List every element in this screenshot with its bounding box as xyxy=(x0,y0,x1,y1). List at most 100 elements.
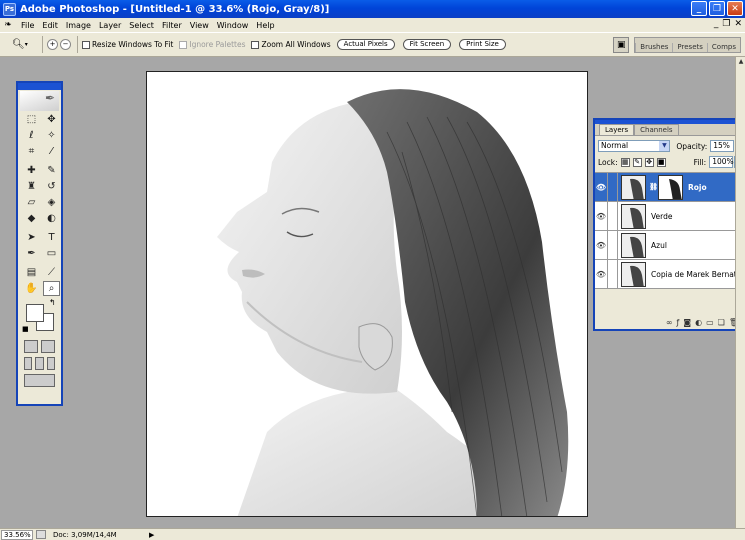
standard-mode-button[interactable] xyxy=(24,340,38,353)
layer-row-azul[interactable]: 👁︎ Azul xyxy=(595,230,745,260)
screen-mode-full[interactable] xyxy=(46,357,55,370)
quick-mask-button[interactable] xyxy=(41,340,55,353)
slice-tool-icon[interactable]: ⁄ xyxy=(43,144,60,159)
mask-link-icon[interactable]: ⛓ xyxy=(649,183,658,191)
vertical-scrollbar[interactable]: ▲ xyxy=(735,57,745,528)
eye-icon[interactable]: 👁︎ xyxy=(595,172,608,202)
status-menu-arrow-icon[interactable]: ▶ xyxy=(149,531,154,539)
menu-image[interactable]: Image xyxy=(62,21,95,30)
document-icon[interactable]: ❧ xyxy=(2,20,14,31)
type-tool-icon[interactable]: T xyxy=(43,230,60,245)
eye-icon[interactable]: 👁︎ xyxy=(595,259,608,289)
fit-screen-button[interactable]: Fit Screen xyxy=(402,39,452,50)
layer-row-verde[interactable]: 👁︎ Verde xyxy=(595,201,745,231)
document-canvas[interactable] xyxy=(146,71,588,517)
screen-mode-standard[interactable] xyxy=(24,357,33,370)
adjustment-layer-icon[interactable]: ◐ xyxy=(695,318,702,327)
layer-row-rojo[interactable]: 👁︎ ⛓ Rojo xyxy=(595,172,745,202)
zoom-out-button[interactable]: − xyxy=(60,39,71,50)
tool-preset-picker[interactable]: 🔍︎ ▾ xyxy=(12,39,38,50)
notes-tool-icon[interactable]: ▤ xyxy=(23,265,40,280)
lock-all-icon[interactable]: ■ xyxy=(656,157,666,167)
lock-pixels-icon[interactable]: ✎ xyxy=(632,157,642,167)
menu-view[interactable]: View xyxy=(186,21,213,30)
paint-bucket-icon[interactable]: ◈ xyxy=(43,195,60,210)
resize-windows-checkbox[interactable]: Resize Windows To Fit xyxy=(82,40,173,49)
menu-filter[interactable]: Filter xyxy=(158,21,186,30)
eye-icon[interactable]: 👁︎ xyxy=(595,230,608,260)
close-button[interactable]: ✕ xyxy=(727,1,743,16)
layer-list: 👁︎ ⛓ Rojo 👁︎ Verde 👁︎ Azul 👁︎ Copia de M… xyxy=(595,172,745,289)
lasso-tool-icon[interactable]: ℓ xyxy=(23,128,40,143)
blend-mode-select[interactable]: Normal ▼ xyxy=(598,140,671,152)
blur-tool-icon[interactable]: ◆ xyxy=(23,211,40,226)
doc-close-button[interactable]: ✕ xyxy=(734,19,742,29)
default-colors-icon[interactable]: ■ xyxy=(22,325,29,333)
foreground-color[interactable] xyxy=(26,304,44,322)
history-brush-icon[interactable]: ↺ xyxy=(43,179,60,194)
scroll-up-icon[interactable]: ▲ xyxy=(736,57,745,67)
shape-tool-icon[interactable]: ▭ xyxy=(43,246,60,261)
swap-colors-icon[interactable]: ↰ xyxy=(49,298,56,307)
status-bar: 33.56% Doc: 3,09M/14,4M ▶ xyxy=(0,528,745,540)
opacity-input[interactable]: 15% xyxy=(710,140,735,152)
layer-row-copia[interactable]: 👁︎ Copia de Marek Bernat xyxy=(595,259,745,289)
ignore-palettes-checkbox: Ignore Palettes xyxy=(179,40,245,49)
layer-mask-thumbnail[interactable] xyxy=(658,174,683,200)
zoom-level[interactable]: 33.56% xyxy=(1,529,33,540)
layer-style-icon[interactable]: ƒ xyxy=(677,318,680,327)
zoom-all-windows-checkbox[interactable]: Zoom All Windows xyxy=(251,40,331,49)
move-tool-icon[interactable]: ✥ xyxy=(43,112,60,127)
magic-wand-icon[interactable]: ✧ xyxy=(43,128,60,143)
menu-file[interactable]: File xyxy=(17,21,38,30)
eye-icon[interactable]: 👁︎ xyxy=(595,201,608,231)
new-group-icon[interactable]: ▭ xyxy=(706,318,714,327)
clone-stamp-icon[interactable]: ♜ xyxy=(23,179,40,194)
add-mask-icon[interactable]: ◙ xyxy=(683,318,691,327)
menu-layer[interactable]: Layer xyxy=(95,21,125,30)
healing-brush-icon[interactable]: ✚ xyxy=(23,163,40,178)
eraser-tool-icon[interactable]: ▱ xyxy=(23,195,40,210)
tab-layers[interactable]: Layers xyxy=(599,124,635,135)
menu-edit[interactable]: Edit xyxy=(38,21,62,30)
status-icon[interactable] xyxy=(36,530,46,539)
lock-position-icon[interactable]: ✥ xyxy=(644,157,654,167)
feather-logo[interactable]: ✒ xyxy=(20,91,59,111)
hand-tool-icon[interactable]: ✋ xyxy=(23,281,40,296)
well-tab-brushes[interactable]: Brushes xyxy=(635,43,672,52)
fill-input[interactable]: 100% xyxy=(709,156,734,168)
marquee-tool-icon[interactable]: ⬚ xyxy=(23,112,40,127)
menu-window[interactable]: Window xyxy=(213,21,253,30)
jump-to-imageready-button[interactable] xyxy=(24,374,55,387)
layer-thumbnail xyxy=(621,203,646,229)
toolbox-titlebar[interactable] xyxy=(18,83,61,90)
separator xyxy=(77,36,78,53)
eyedropper-icon[interactable]: ⟋ xyxy=(43,265,60,280)
doc-restore-button[interactable]: ❐ xyxy=(722,19,730,29)
crop-tool-icon[interactable]: ⌗ xyxy=(23,144,40,159)
doc-minimize-button[interactable]: _ xyxy=(714,19,719,29)
new-layer-icon[interactable]: ❏ xyxy=(718,318,725,327)
well-tab-presets[interactable]: Presets xyxy=(672,43,706,52)
menu-help[interactable]: Help xyxy=(252,21,278,30)
print-size-button[interactable]: Print Size xyxy=(459,39,506,50)
brush-tool-icon[interactable]: ✎ xyxy=(43,163,60,178)
pen-tool-icon[interactable]: ✒ xyxy=(23,246,40,261)
minimize-button[interactable]: _ xyxy=(691,1,707,16)
menu-select[interactable]: Select xyxy=(125,21,158,30)
screen-mode-full-menu[interactable] xyxy=(35,357,44,370)
tab-channels[interactable]: Channels xyxy=(634,124,679,135)
link-layers-icon[interactable]: ∞ xyxy=(666,318,673,327)
magnifier-icon: 🔍︎ xyxy=(12,39,25,50)
path-selection-icon[interactable]: ➤ xyxy=(23,230,40,245)
dodge-tool-icon[interactable]: ◐ xyxy=(43,211,60,226)
actual-pixels-button[interactable]: Actual Pixels xyxy=(336,39,395,50)
lock-transparency-icon[interactable]: ▦ xyxy=(620,157,630,167)
maximize-button[interactable]: ❐ xyxy=(709,1,725,16)
layer-name: Rojo xyxy=(688,182,707,192)
chevron-down-icon: ▼ xyxy=(659,141,670,151)
zoom-in-button[interactable]: + xyxy=(47,39,58,50)
file-browser-icon[interactable]: ▣ xyxy=(613,37,630,53)
well-tab-comps[interactable]: Comps xyxy=(706,43,740,52)
zoom-tool-icon[interactable]: ⌕ xyxy=(43,281,60,296)
